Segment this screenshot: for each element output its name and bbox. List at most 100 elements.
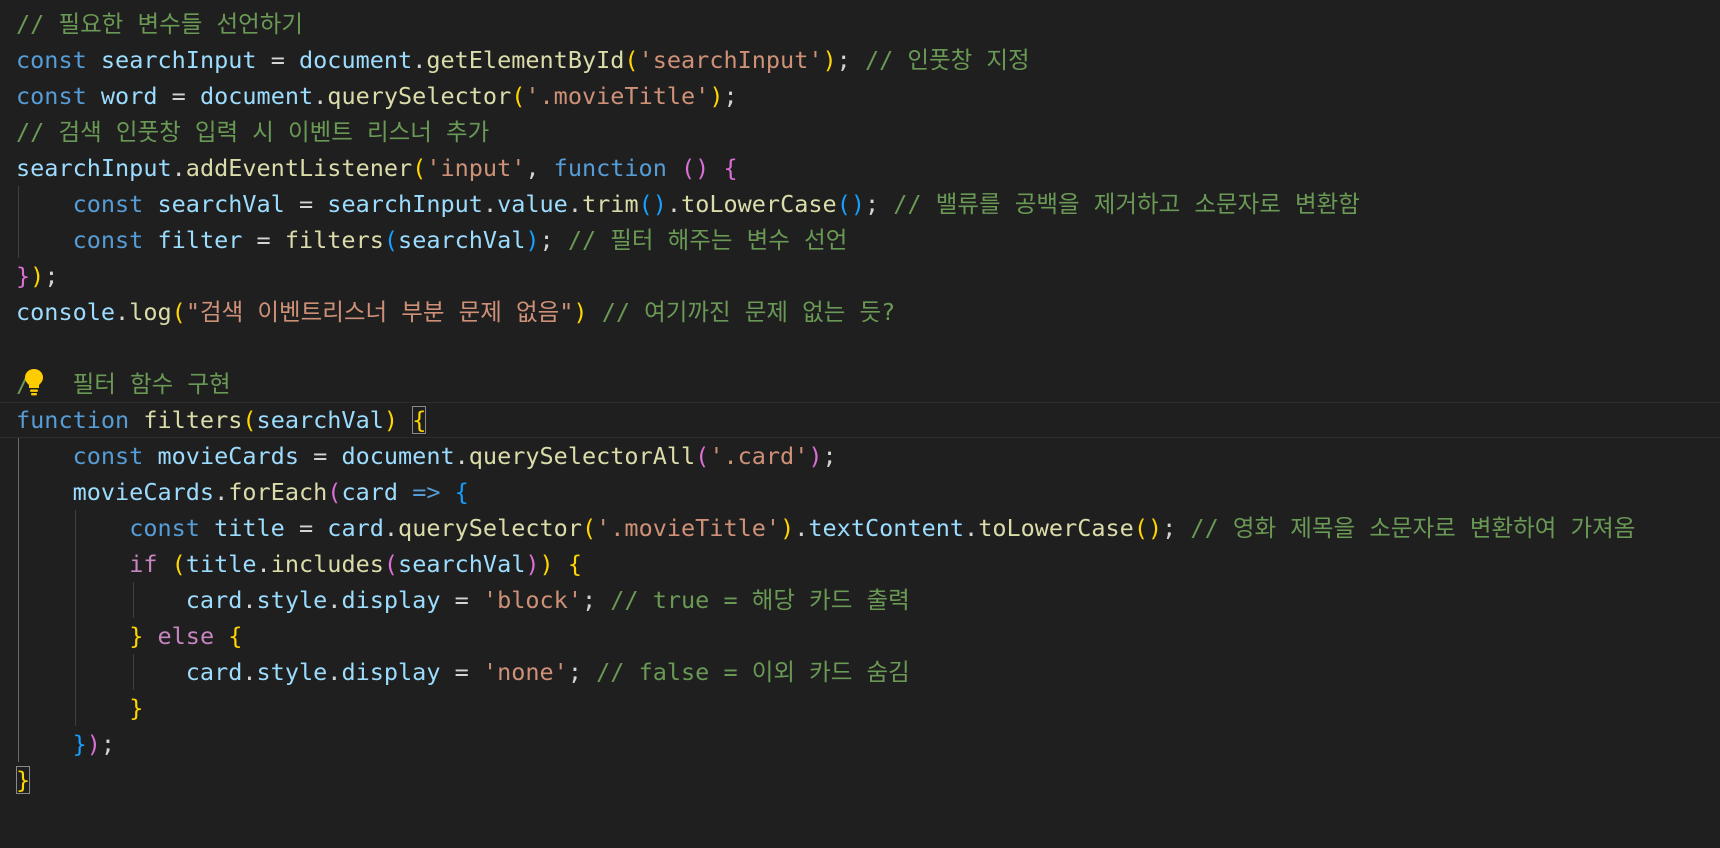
code-line[interactable]: } else { <box>0 618 1720 654</box>
code-line[interactable]: const movieCards = document.querySelecto… <box>0 438 1720 474</box>
code-token: style <box>256 586 328 614</box>
lightbulb-icon[interactable] <box>22 367 46 397</box>
code-token: . <box>115 298 130 326</box>
code-token: = <box>298 442 342 470</box>
code-token: ( <box>581 514 597 542</box>
code-token: } <box>16 262 31 290</box>
code-token: ; <box>836 46 865 74</box>
code-token: ( <box>624 46 639 74</box>
code-line[interactable]: const title = card.querySelector('.movie… <box>0 510 1720 546</box>
code-token: includes <box>270 550 384 578</box>
code-line-text: movieCards.forEach(card => { <box>16 474 469 510</box>
code-line[interactable]: movieCards.forEach(card => { <box>0 474 1720 510</box>
code-line[interactable]: function filters(searchVal) { <box>0 402 1720 438</box>
code-token: display <box>341 586 441 614</box>
code-line-text: const word = document.querySelector('.mo… <box>16 78 738 114</box>
code-token: querySelector <box>398 514 582 542</box>
code-token: const <box>16 82 87 110</box>
code-token: querySelector <box>327 82 512 110</box>
code-token: '.card' <box>709 442 809 470</box>
code-token: . <box>964 514 979 542</box>
code-line[interactable]: }); <box>0 726 1720 762</box>
code-line[interactable]: // 검색 인풋창 입력 시 이벤트 리스너 추가 <box>0 114 1720 150</box>
code-line-text: }); <box>16 258 58 294</box>
code-token: . <box>242 658 257 686</box>
code-line[interactable]: }); <box>0 258 1720 294</box>
code-line-text: const searchVal = searchInput.value.trim… <box>16 186 1360 222</box>
code-line-text: const title = card.querySelector('.movie… <box>16 510 1635 546</box>
code-token: } <box>72 730 87 758</box>
code-line-text: const filter = filters(searchVal); // 필터… <box>16 222 848 258</box>
code-token: . <box>327 586 342 614</box>
code-line[interactable]: } <box>0 762 1720 798</box>
code-token: ( <box>511 82 526 110</box>
code-line[interactable]: // 필요한 변수들 선언하기 <box>0 6 1720 42</box>
code-token: ) <box>709 82 724 110</box>
code-token: { <box>723 154 738 182</box>
code-token: '.movieTitle' <box>596 514 781 542</box>
code-token: card <box>341 478 399 506</box>
code-token: = <box>284 514 328 542</box>
code-token: ; <box>581 586 611 614</box>
code-line[interactable]: searchInput.addEventListener('input', fu… <box>0 150 1720 186</box>
code-line-text: const movieCards = document.querySelecto… <box>16 438 837 474</box>
code-line-text: } <box>16 690 143 726</box>
code-token: // 밸류를 공백을 제거하고 소문자로 변환함 <box>893 190 1360 218</box>
code-line[interactable]: if (title.includes(searchVal)) { <box>0 546 1720 582</box>
code-token: const <box>72 226 144 254</box>
code-token: . <box>313 82 328 110</box>
code-token: () <box>1133 514 1163 542</box>
code-token: 'searchInput' <box>638 46 823 74</box>
code-token: "검색 이벤트리스너 부분 문제 없음" <box>185 298 574 326</box>
code-token: ; <box>44 262 59 290</box>
code-token: card <box>185 658 243 686</box>
code-line[interactable] <box>0 330 1720 366</box>
code-editor[interactable]: // 필요한 변수들 선언하기 const searchInput = docum… <box>0 0 1720 848</box>
code-token: searchVal <box>398 226 526 254</box>
code-line-text: if (title.includes(searchVal)) { <box>16 546 582 582</box>
code-line[interactable]: card.style.display = 'none'; // false = … <box>0 654 1720 690</box>
code-token: searchVal <box>157 190 285 218</box>
code-line[interactable]: const searchVal = searchInput.value.trim… <box>0 186 1720 222</box>
code-token: log <box>129 298 172 326</box>
code-token: ) <box>525 226 540 254</box>
code-line[interactable]: } <box>0 690 1720 726</box>
code-token: / 필터 함수 구현 <box>16 370 231 398</box>
code-token: querySelectorAll <box>468 442 696 470</box>
code-line[interactable]: card.style.display = 'block'; // true = … <box>0 582 1720 618</box>
code-token: = <box>242 226 285 254</box>
code-token: forEach <box>228 478 328 506</box>
code-line-text: card.style.display = 'none'; // false = … <box>16 654 910 690</box>
code-token: . <box>171 154 186 182</box>
code-token: searchInput <box>327 190 483 218</box>
code-token: ; <box>864 190 894 218</box>
code-token: card <box>185 586 243 614</box>
code-token: const <box>16 46 87 74</box>
code-line[interactable]: const word = document.querySelector('.mo… <box>0 78 1720 114</box>
code-line[interactable]: console.log("검색 이벤트리스너 부분 문제 없음") // 여기까… <box>0 294 1720 330</box>
code-token: . <box>383 514 399 542</box>
code-token: . <box>454 442 469 470</box>
code-token: trim <box>582 190 639 218</box>
code-token: = <box>256 46 299 74</box>
code-token: { <box>228 622 243 650</box>
code-token: toLowerCase <box>681 190 837 218</box>
code-token: ) <box>780 514 795 542</box>
code-token: // 영화 제목을 소문자로 변환하여 가져옴 <box>1190 514 1636 542</box>
code-line[interactable]: const filter = filters(searchVal); // 필터… <box>0 222 1720 258</box>
code-token: ; <box>567 658 597 686</box>
code-token: = <box>440 658 483 686</box>
code-token: ) <box>30 262 45 290</box>
code-line[interactable]: const searchInput = document.getElementB… <box>0 42 1720 78</box>
code-line[interactable]: / 필터 함수 구현 <box>0 366 1720 402</box>
code-token: ; <box>1162 514 1191 542</box>
